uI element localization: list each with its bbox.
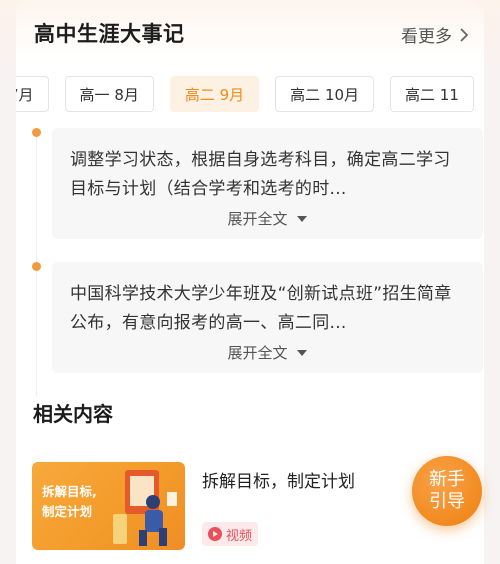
expand-label: 展开全文 bbox=[227, 210, 288, 228]
expand-label: 展开全文 bbox=[227, 344, 288, 362]
tab-grade2-month-11[interactable]: 高二 11 bbox=[390, 76, 474, 112]
see-more-link[interactable]: 看更多 bbox=[401, 22, 470, 47]
tab-grade2-month-9[interactable]: 高二 9月 bbox=[169, 76, 260, 112]
tab-label: 高二 9月 bbox=[184, 85, 245, 104]
caret-down-icon bbox=[296, 349, 307, 356]
chevron-right-icon bbox=[460, 27, 469, 42]
tab-label: 高二 11 bbox=[405, 85, 459, 104]
tab-label: 高一 8月 bbox=[79, 85, 139, 104]
thumbnail-caption-line: 制定计划 bbox=[42, 504, 93, 519]
guide-label-line1: 新手 bbox=[429, 469, 465, 490]
see-more-label: 看更多 bbox=[401, 27, 452, 47]
tab-grade2-month-10[interactable]: 高二 10月 bbox=[275, 76, 375, 112]
tab-label: 高二 10月 bbox=[290, 85, 360, 104]
timeline-event[interactable]: 中国科学技术大学少年班及“创新试点班”招生简章公布，有意向报考的高一、高二同..… bbox=[52, 262, 483, 373]
event-text: 中国科学技术大学少年班及“创新试点班”招生简章公布，有意向报考的高一、高二同..… bbox=[70, 284, 452, 333]
person-illustration-icon bbox=[113, 470, 177, 546]
related-item-title[interactable]: 拆解目标，制定计划 bbox=[202, 467, 355, 492]
related-section-title: 相关内容 bbox=[33, 402, 113, 426]
play-icon bbox=[208, 527, 222, 541]
caret-down-icon bbox=[296, 215, 307, 222]
guide-label-line2: 引导 bbox=[429, 491, 465, 512]
section-header: 高中生涯大事记 看更多 bbox=[34, 18, 470, 52]
tab-month-7[interactable]: 7月 bbox=[16, 76, 49, 112]
newbie-guide-button[interactable]: 新手 引导 bbox=[412, 456, 482, 526]
related-item[interactable]: 拆解目标, 制定计划 拆解目标，制定计划 视频 bbox=[32, 462, 472, 552]
timeline-dot bbox=[32, 128, 41, 137]
video-thumbnail[interactable]: 拆解目标, 制定计划 bbox=[32, 462, 185, 550]
expand-button[interactable]: 展开全文 bbox=[70, 342, 465, 363]
thumbnail-caption-line: 拆解目标, bbox=[42, 484, 97, 499]
tab-grade1-month-8[interactable]: 高一 8月 bbox=[64, 76, 154, 112]
month-tabs: 7月 高一 8月 高二 9月 高二 10月 高二 11 bbox=[16, 76, 484, 114]
badge-label: 视频 bbox=[226, 528, 253, 544]
video-badge: 视频 bbox=[202, 522, 259, 546]
timeline-event[interactable]: 调整学习状态，根据自身选考科目，确定高二学习目标与计划（结合学考和选考的时...… bbox=[52, 128, 483, 239]
timeline-dot bbox=[32, 262, 41, 271]
event-text: 调整学习状态，根据自身选考科目，确定高二学习目标与计划（结合学考和选考的时... bbox=[70, 150, 451, 199]
tab-label: 7月 bbox=[16, 85, 34, 104]
expand-button[interactable]: 展开全文 bbox=[70, 208, 465, 229]
thumbnail-caption: 拆解目标, 制定计划 bbox=[42, 482, 97, 522]
